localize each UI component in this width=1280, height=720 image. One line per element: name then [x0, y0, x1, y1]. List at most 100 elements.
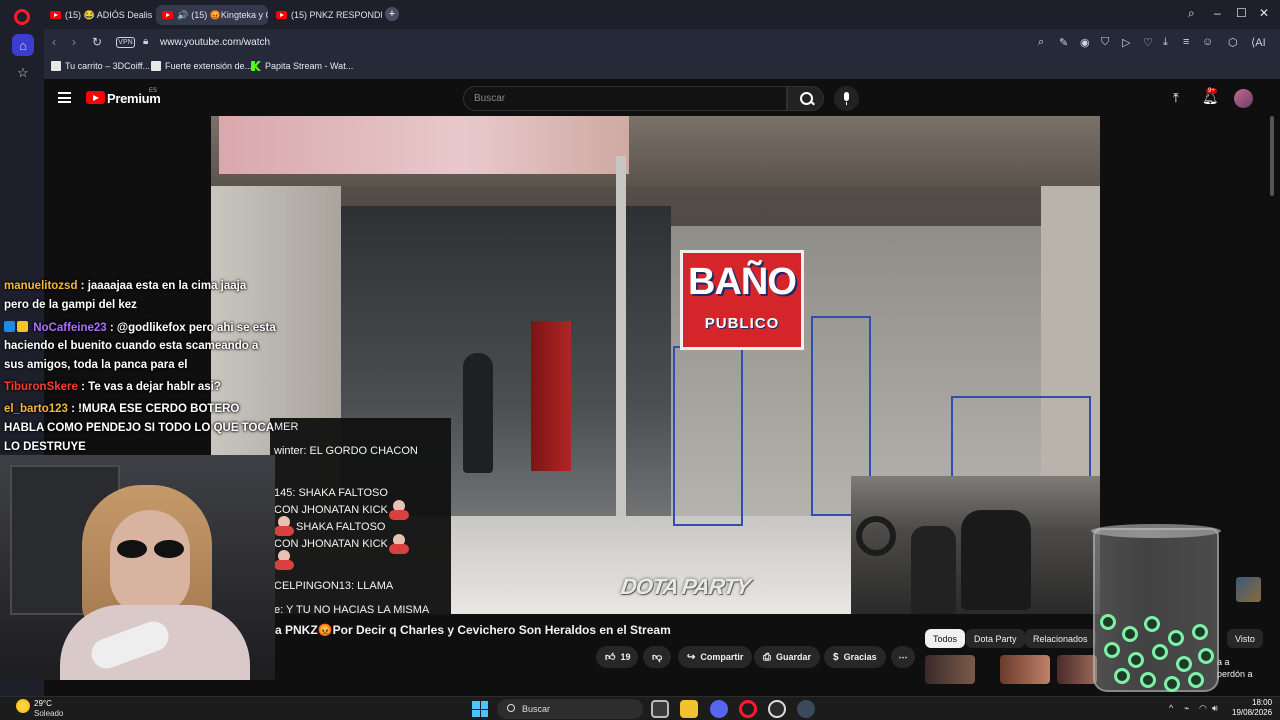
chat-message: TiburonSkere : Te vas a dejar hablr asi?: [4, 381, 221, 393]
search-button[interactable]: [787, 86, 824, 111]
tab-3[interactable]: (15) PNKZ RESPONDE: [270, 5, 382, 25]
tab-1[interactable]: (15) 😂 ADIÓS Dealis ¡FE: [44, 5, 154, 25]
voice-search-button[interactable]: [834, 86, 859, 111]
discord-icon[interactable]: [710, 700, 728, 718]
more-actions-button[interactable]: ⋯: [891, 646, 915, 668]
task-view-icon[interactable]: [651, 700, 669, 718]
bookmarks-bar: Tu carrito – 3DCoiff... Fuerte extensión…: [44, 56, 1280, 79]
clock-time[interactable]: 18:00: [1252, 698, 1272, 707]
thanks-button[interactable]: $ Gracias: [824, 646, 886, 668]
bookmark-icon: ⎙: [763, 651, 771, 663]
bookmark-2[interactable]: Fuerte extensión de...: [151, 61, 252, 71]
video-scene: [531, 321, 571, 471]
lock-icon[interactable]: 🔒︎: [143, 36, 148, 47]
bookmark-label: Papita Stream - Wat...: [265, 61, 354, 71]
avatar[interactable]: [1234, 89, 1253, 108]
chat-username: NoCaffeine23: [33, 322, 107, 334]
zoom-icon[interactable]: ⌕: [1038, 36, 1044, 49]
extensions-icon[interactable]: ⬡: [1228, 36, 1238, 49]
opera-icon[interactable]: [739, 700, 757, 718]
recommendation-title[interactable]: perdón a: [1217, 669, 1253, 679]
recommendation-thumbnail[interactable]: [925, 655, 975, 684]
bookmark-3[interactable]: Papita Stream - Wat...: [251, 61, 353, 71]
chip-relacionados[interactable]: Relacionados: [1025, 629, 1096, 648]
taskbar-search[interactable]: Buscar: [497, 699, 643, 719]
speaker-icon[interactable]: 🔊: [177, 10, 188, 21]
save-button[interactable]: ⎙ Guardar: [754, 646, 821, 668]
video-scene: [219, 116, 629, 174]
chevron-up-icon[interactable]: ^: [1169, 703, 1173, 713]
minimize-button[interactable]: –: [1214, 6, 1221, 20]
tab-2[interactable]: 🔊 (15) 😡Kingteka y Ce: [156, 5, 268, 25]
sun-icon[interactable]: [16, 699, 30, 713]
emote-icon: [387, 534, 413, 554]
play-icon[interactable]: ▷: [1122, 36, 1130, 49]
channel-thumbnail[interactable]: [1236, 577, 1261, 602]
share-button[interactable]: ↪ Compartir: [678, 646, 753, 668]
jar-ball: [1140, 672, 1156, 688]
jar-ball: [1144, 616, 1160, 632]
bookmark-1[interactable]: Tu carrito – 3DCoiff...: [51, 61, 150, 71]
weather-temperature[interactable]: 29°C: [34, 699, 52, 708]
page-scrollbar[interactable]: [1270, 116, 1274, 196]
video-scene: [911, 526, 956, 614]
chip-todos[interactable]: Todos: [925, 629, 966, 648]
clock-date[interactable]: 19/08/2026: [1232, 708, 1272, 717]
wifi-icon[interactable]: ◠: [1199, 703, 1207, 714]
chat-message: el_barto123 : !MURA ESE CERDO BOTERO: [4, 403, 239, 415]
hamburger-menu-icon[interactable]: [58, 92, 71, 103]
jar-ball: [1128, 652, 1144, 668]
new-tab-button[interactable]: +: [385, 7, 399, 21]
recommendation-thumbnail[interactable]: [1000, 655, 1050, 684]
opera-logo-icon[interactable]: [14, 9, 30, 25]
chat-message-cont: LO DESTRUYE: [4, 441, 86, 453]
maximize-button[interactable]: ☐: [1236, 6, 1247, 20]
aria-ai-icon[interactable]: ⟨AI: [1251, 36, 1266, 49]
search-tabs-icon[interactable]: ⌕: [1188, 6, 1195, 21]
sunglasses-icon: [117, 540, 147, 558]
reload-icon[interactable]: ↻: [92, 35, 102, 49]
weather-description[interactable]: Soleado: [34, 709, 63, 718]
camera-icon[interactable]: ◉: [1080, 36, 1090, 49]
volume-icon[interactable]: 🔊︎: [1212, 703, 1218, 714]
github-icon[interactable]: [768, 700, 786, 718]
chip-visto[interactable]: Visto: [1227, 629, 1263, 648]
shield-icon[interactable]: ⛉: [1101, 36, 1109, 49]
youtube-logo-icon[interactable]: [86, 91, 105, 104]
overlay-chat-line: CELPINGON13: LLAMA: [274, 580, 394, 592]
close-button[interactable]: ✕: [1259, 6, 1269, 20]
url-field[interactable]: www.youtube.com/watch: [160, 37, 270, 48]
windows-taskbar: 29°C Soleado Buscar ^ ⌁ ◠ 🔊︎ 18:00 19/08…: [0, 696, 1280, 720]
dislike-button[interactable]: 👎︎: [643, 646, 671, 668]
address-bar: ‹ › ↻ VPN 🔒︎ www.youtube.com/watch ⌕ ✎ ◉…: [44, 29, 1280, 56]
chat-username: manuelitozsd: [4, 280, 78, 292]
back-icon[interactable]: ‹: [52, 35, 56, 49]
recommendation-thumbnail[interactable]: [1057, 655, 1097, 684]
profile-icon[interactable]: ☺: [1202, 36, 1213, 48]
overlay-chat-line: CON JHONATAN KICK: [274, 504, 388, 516]
settings-gear-icon[interactable]: [797, 700, 815, 718]
jar-ball: [1176, 656, 1192, 672]
download-icon[interactable]: ⤓: [1163, 36, 1168, 49]
star-icon[interactable]: ☆: [12, 62, 34, 84]
upload-icon[interactable]: ⤒: [1173, 90, 1179, 106]
sign-big-text: BAÑO: [688, 261, 797, 303]
vpn-badge[interactable]: VPN: [116, 37, 135, 48]
search-input[interactable]: [464, 87, 786, 110]
emote-icon: [272, 550, 298, 570]
tab-label: (15) 😂 ADIÓS Dealis ¡FE: [65, 9, 154, 20]
heart-icon[interactable]: ♡: [1143, 36, 1153, 49]
emote-icon: [387, 500, 413, 520]
overlay-chat-line: e: Y TU NO HACIAS LA MISMA: [274, 604, 430, 616]
menu-icon[interactable]: ≡: [1183, 36, 1189, 48]
badge-icon: [4, 321, 15, 332]
file-explorer-icon[interactable]: [680, 700, 698, 718]
like-button[interactable]: 👍︎ 19: [596, 646, 638, 668]
share-icon: ↪: [687, 651, 696, 663]
forward-icon[interactable]: ›: [72, 35, 76, 49]
edit-icon[interactable]: ✎: [1059, 36, 1068, 49]
home-icon[interactable]: ⌂: [12, 34, 34, 56]
windows-start-icon[interactable]: [472, 701, 488, 717]
chip-dota-party[interactable]: Dota Party: [966, 629, 1025, 648]
network-icon[interactable]: ⌁: [1184, 703, 1189, 714]
